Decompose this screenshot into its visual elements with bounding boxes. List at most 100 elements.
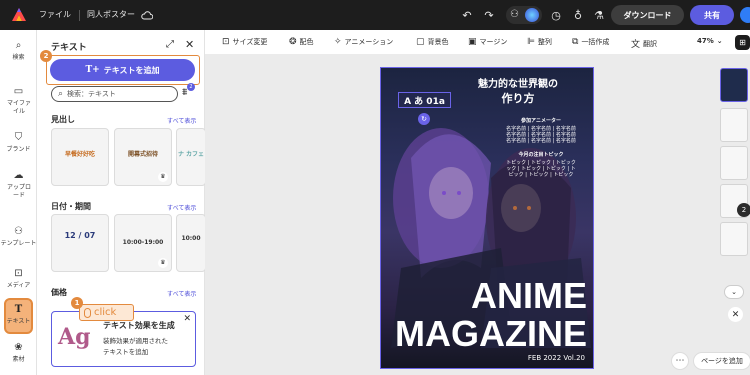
collaborator-avatars[interactable]: ⚇	[506, 6, 542, 24]
bulk-create-icon: ⧉	[572, 37, 579, 47]
document-title[interactable]: 同人ポスター	[87, 9, 135, 20]
rail-item-text[interactable]: T テキスト	[0, 304, 37, 326]
close-icon[interactable]: ✕	[183, 314, 191, 324]
bulk-create-button[interactable]: ⧉ 一括作成	[572, 37, 609, 47]
search-placeholder: 検索：テキスト	[67, 90, 116, 98]
align-button[interactable]: ⊫ 整列	[527, 37, 552, 47]
top-bar: ファイル 同人ポスター ↶ ↷ ⚇ ◷ ♁ ⚗ ダウンロード 共有	[0, 0, 750, 30]
brand-icon: ⛉	[14, 132, 23, 143]
thumbnail-text: ナ カフェ	[177, 151, 205, 158]
app-window: ファイル 同人ポスター ↶ ↷ ⚇ ◷ ♁ ⚗ ダウンロード 共有 ⌕ 検索 ▭…	[0, 0, 750, 375]
poster-date[interactable]: FEB 2022 Vol.20	[528, 354, 585, 362]
crown-icon: ♛	[158, 258, 168, 268]
step1-badge: 1	[71, 297, 83, 309]
color-scheme-button[interactable]: ❂ 配色	[289, 37, 314, 47]
lightbulb-icon[interactable]: ♁	[570, 7, 586, 23]
page-thumbnail[interactable]	[720, 108, 748, 142]
close-icon[interactable]: ✕	[728, 307, 743, 322]
resize-button[interactable]: ⊡ サイズ変更	[222, 37, 267, 47]
animation-button[interactable]: ✧ アニメーション	[334, 37, 393, 47]
margin-button[interactable]: ▣ マージン	[468, 37, 507, 47]
person-add-icon: ⚇	[510, 9, 519, 20]
thumbnail-text: 早餐好好吃	[64, 151, 95, 158]
see-all-headings-link[interactable]: すべて表示	[167, 116, 196, 125]
step2-badge: 2	[40, 50, 52, 62]
date-thumbnail[interactable]: 10:00-19:00 ♛	[114, 214, 172, 272]
cloud-icon[interactable]	[139, 7, 155, 23]
download-button[interactable]: ダウンロード	[611, 5, 684, 25]
rail-item-search[interactable]: ⌕ 検索	[0, 40, 37, 62]
left-rail: ⌕ 検索 ▭ マイファイル ⛉ ブランド ☁ アップロード ⚇ テンプレート ⊡…	[0, 30, 37, 375]
media-icon: ⊡	[14, 268, 23, 279]
chevron-down-icon: ⌄	[716, 37, 723, 45]
translate-button[interactable]: 文翻訳	[631, 37, 657, 51]
rail-label: テキスト	[6, 318, 31, 325]
thumbnail-text: 10:00-19:00	[122, 239, 164, 246]
section-title-dates: 日付・期間	[51, 202, 91, 211]
poster-title[interactable]: 魅力的な世界観の 作り方	[453, 78, 583, 107]
redo-icon[interactable]: ↷	[481, 7, 497, 23]
grid-icon[interactable]: ⊞	[735, 35, 750, 50]
heading-thumbnail[interactable]: ナ カフェ	[176, 128, 206, 186]
section-title-prices: 価格	[51, 288, 67, 297]
rail-label: メディア	[6, 282, 31, 289]
more-options-icon[interactable]: ⋯	[671, 352, 689, 370]
upload-icon: ☁	[13, 170, 24, 181]
rail-label: ブランド	[6, 146, 31, 153]
elements-icon: ❀	[14, 342, 23, 353]
add-text-button[interactable]: T+ テキストを追加	[50, 59, 195, 81]
close-icon[interactable]: ✕	[185, 38, 194, 51]
add-text-icon: T+	[85, 65, 100, 75]
rail-label: テンプレート	[0, 240, 37, 247]
comment-icon[interactable]: ◷	[548, 7, 564, 23]
date-thumbnail[interactable]: 12 / 07	[51, 214, 109, 272]
poster-artboard[interactable]: 魅力的な世界観の 作り方 参加アニメーター 名字名前 | 名字名前 | 名字名前…	[380, 67, 594, 369]
editor-toolbar: ⊡ サイズ変更 ❂ 配色 ✧ アニメーション ▢ 背景色 ▣ マージン ⊫ 整列 ⧉ 一括作成…	[205, 30, 750, 54]
rail-item-my-files[interactable]: ▭ マイファイル	[0, 86, 37, 116]
topics-title: 今月の注目トピック	[518, 152, 564, 158]
background-color-button[interactable]: ▢ 背景色	[416, 37, 449, 47]
see-all-prices-link[interactable]: すべて表示	[167, 289, 196, 298]
app-logo-icon[interactable]	[11, 7, 27, 23]
date-thumbnail[interactable]: 10:00	[176, 214, 206, 272]
crown-icon: ♛	[158, 172, 168, 182]
filter-icon[interactable]: ⩩ 2	[182, 83, 195, 98]
rail-item-brand[interactable]: ⛉ ブランド	[0, 132, 37, 154]
see-all-dates-link[interactable]: すべて表示	[167, 203, 196, 212]
thumbnail-text: 12 / 07	[64, 231, 96, 240]
animation-icon: ✧	[334, 37, 342, 47]
undo-icon[interactable]: ↶	[459, 7, 475, 23]
page-thumbnail[interactable]	[720, 68, 748, 102]
expand-icon[interactable]: ⤢	[166, 39, 174, 50]
add-text-label: テキストを追加	[103, 65, 160, 75]
topics-line: ピック | トピック | トピック	[508, 172, 574, 178]
add-page-button[interactable]: ページを追加	[693, 352, 750, 370]
palette-icon: ❂	[289, 37, 297, 47]
rail-item-templates[interactable]: ⚇ テンプレート	[0, 226, 37, 248]
selected-text-box[interactable]: A あ 01a	[398, 92, 451, 108]
page-thumbnail[interactable]	[720, 146, 748, 180]
rail-item-elements[interactable]: ❀ 素材	[0, 342, 37, 364]
profile-avatar[interactable]	[740, 7, 750, 23]
flask-icon[interactable]: ⚗	[591, 7, 607, 23]
click-label: click	[94, 307, 117, 318]
rail-label: 素材	[12, 356, 25, 363]
file-menu[interactable]: ファイル	[39, 9, 71, 20]
chevron-down-icon[interactable]: ⌄	[724, 285, 744, 299]
resize-icon: ⊡	[222, 37, 230, 47]
heading-thumbnail[interactable]: 早餐好好吃	[51, 128, 109, 186]
poster-headline-anime[interactable]: ANIME	[381, 278, 593, 314]
rail-label: マイファイル	[7, 100, 32, 115]
rail-item-media[interactable]: ⊡ メディア	[0, 268, 37, 290]
heading-thumbnail[interactable]: 開幕式招待 ♛	[114, 128, 172, 186]
click-callout: click	[79, 304, 134, 321]
page-thumbnail[interactable]	[720, 222, 748, 256]
effect-description: 装飾効果が適用された テキストを追加	[103, 337, 168, 356]
search-input[interactable]: ⌕ 検索：テキスト	[51, 86, 178, 102]
search-icon: ⌕	[15, 40, 22, 51]
rotate-handle-icon[interactable]: ↻	[418, 113, 430, 125]
share-button[interactable]: 共有	[690, 5, 734, 25]
zoom-dropdown[interactable]: 47% ⌄	[697, 37, 723, 45]
poster-headline-magazine[interactable]: MAGAZINE	[381, 316, 593, 352]
rail-item-upload[interactable]: ☁ アップロード	[0, 170, 37, 200]
